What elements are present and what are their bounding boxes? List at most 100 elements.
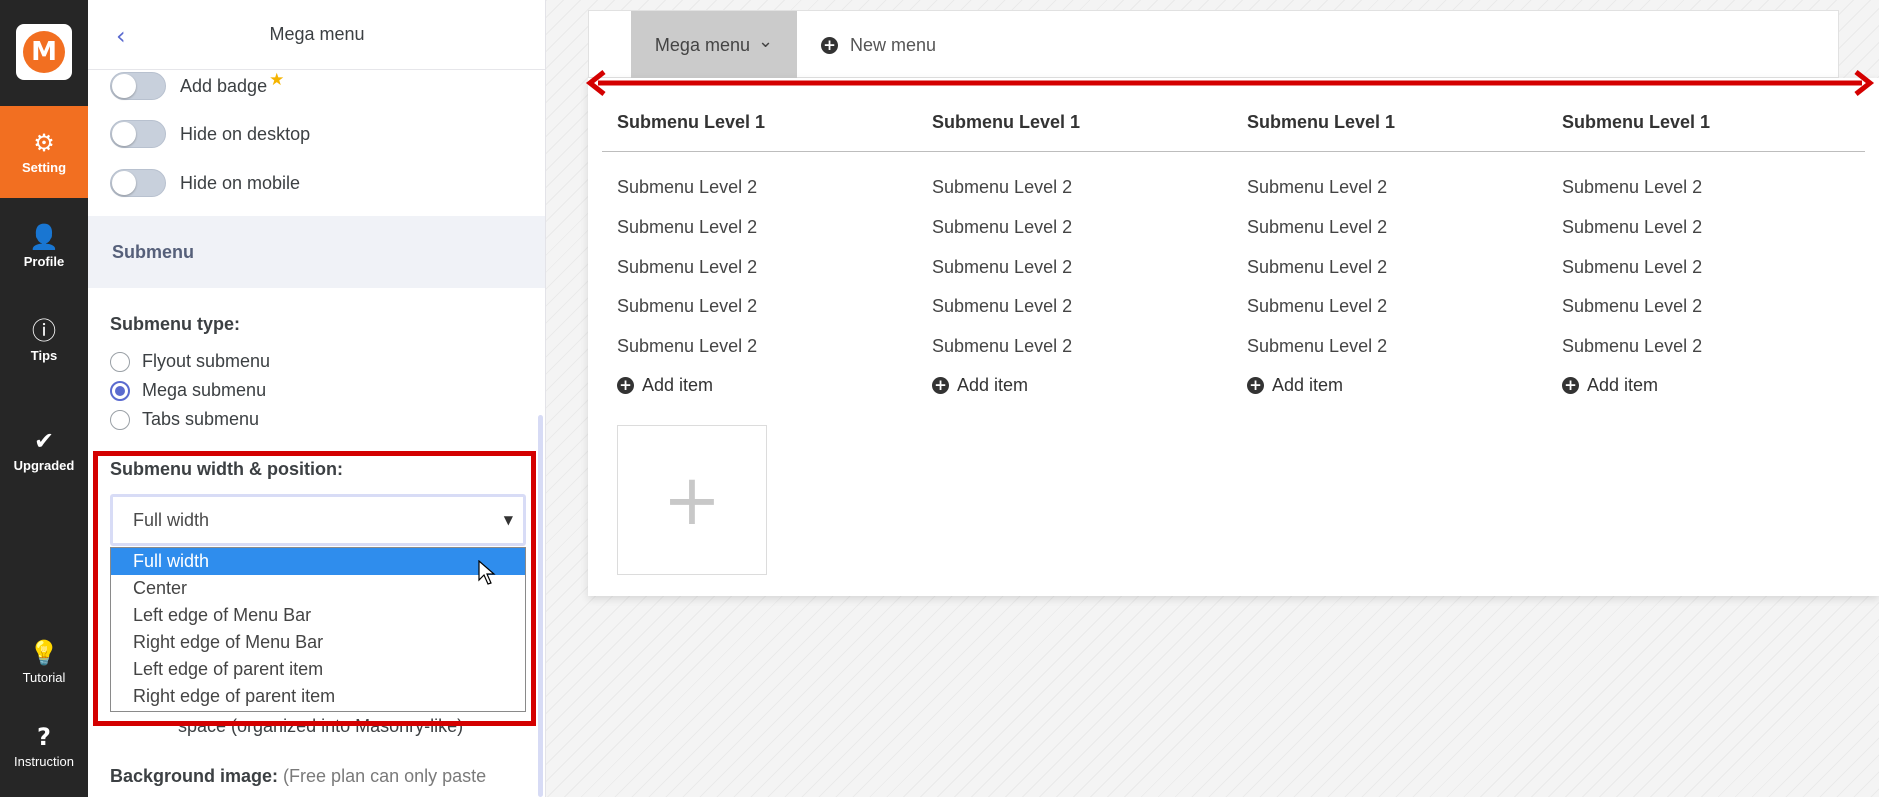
add-badge-toggle[interactable] — [110, 72, 166, 100]
list-item[interactable]: Submenu Level 2 — [1562, 217, 1702, 238]
rail-item-instruction[interactable]: ? Instruction — [0, 706, 88, 786]
radio-flyout[interactable]: Flyout submenu — [110, 351, 270, 372]
hide-mobile-toggle[interactable] — [110, 169, 166, 197]
list-item[interactable]: Submenu Level 2 — [932, 177, 1072, 198]
rail-item-label: Profile — [23, 253, 65, 269]
add-item-label: Add item — [642, 375, 714, 395]
plus-circle-icon: + — [821, 36, 838, 54]
logo-mark: M — [23, 31, 65, 73]
rail-item-label: Instruction — [14, 753, 74, 769]
back-arrow-icon[interactable]: ‹ — [116, 22, 126, 50]
radio-button[interactable] — [110, 351, 130, 372]
add-item-button[interactable]: + Add item — [1247, 375, 1343, 396]
plus-icon: + — [662, 459, 722, 541]
full-width-arrow-icon — [585, 70, 1875, 96]
width-position-select[interactable]: Full width ▼ — [110, 494, 526, 546]
radio-tabs[interactable]: Tabs submenu — [110, 409, 259, 430]
add-item-label: Add item — [957, 375, 1029, 395]
select-options-list: Full width Center Left edge of Menu Bar … — [110, 547, 526, 712]
list-item[interactable]: Submenu Level 2 — [932, 217, 1072, 238]
background-image-label: Background image: (Free plan can only pa… — [110, 766, 486, 787]
column-heading[interactable]: Submenu Level 1 — [617, 112, 765, 133]
mouse-cursor-icon — [478, 560, 496, 585]
list-item[interactable]: Submenu Level 2 — [1562, 257, 1702, 278]
toggle-label: Hide on desktop — [180, 123, 311, 144]
panel-title: Mega menu — [269, 24, 365, 44]
submenu-section-header[interactable]: Submenu — [88, 216, 545, 288]
toggle-hide-mobile: Hide on mobile — [110, 169, 300, 197]
left-rail: M ⚙ Setting 👤 Profile ⓘ Tips ✔ Upgraded … — [0, 0, 88, 797]
menu-item-label: Mega menu — [654, 34, 750, 55]
list-item[interactable]: Submenu Level 2 — [1247, 257, 1387, 278]
column-heading[interactable]: Submenu Level 1 — [1247, 112, 1395, 133]
select-value: Full width — [133, 509, 210, 530]
gear-icon: ⚙ — [33, 128, 55, 157]
add-item-button[interactable]: + Add item — [617, 375, 713, 396]
list-item[interactable]: Submenu Level 2 — [1562, 177, 1702, 198]
rail-item-tips[interactable]: ⓘ Tips — [0, 300, 88, 380]
radio-button[interactable] — [110, 409, 130, 430]
caret-down-icon: ▼ — [503, 513, 513, 527]
radio-label: Tabs submenu — [142, 409, 260, 429]
option-center[interactable]: Center — [111, 575, 525, 602]
rail-item-label: Setting — [21, 159, 67, 175]
toggle-label: Hide on mobile — [180, 172, 301, 193]
lightbulb-icon: 💡 — [29, 638, 59, 667]
toggle-add-badge: Add badge ★ — [110, 70, 285, 100]
hide-desktop-toggle[interactable] — [110, 120, 166, 148]
plus-circle-icon: + — [1562, 377, 1579, 394]
option-right-edge-parent[interactable]: Right edge of parent item — [111, 683, 525, 710]
list-item[interactable]: Submenu Level 2 — [932, 336, 1072, 357]
option-left-edge-parent[interactable]: Left edge of parent item — [111, 656, 525, 683]
rail-item-label: Tips — [30, 347, 58, 363]
list-item[interactable]: Submenu Level 2 — [617, 296, 757, 317]
list-item[interactable]: Submenu Level 2 — [1247, 177, 1387, 198]
star-icon: ★ — [269, 70, 285, 89]
list-item[interactable]: Submenu Level 2 — [617, 257, 757, 278]
list-item[interactable]: Submenu Level 2 — [617, 177, 757, 198]
list-item[interactable]: Submenu Level 2 — [932, 296, 1072, 317]
radio-mega[interactable]: Mega submenu — [110, 380, 266, 401]
submenu-type-label: Submenu type: — [110, 314, 241, 334]
plus-circle-icon: + — [1247, 377, 1264, 394]
list-item[interactable]: Submenu Level 2 — [932, 257, 1072, 278]
app-logo[interactable]: M — [16, 24, 72, 80]
list-item[interactable]: Submenu Level 2 — [1247, 296, 1387, 317]
submenu-divider — [602, 151, 1865, 152]
rail-item-setting[interactable]: ⚙ Setting — [0, 106, 88, 198]
column-heading[interactable]: Submenu Level 1 — [1562, 112, 1710, 133]
list-item[interactable]: Submenu Level 2 — [617, 336, 757, 357]
list-item[interactable]: Submenu Level 2 — [617, 217, 757, 238]
add-column-button[interactable]: + — [617, 425, 767, 575]
rail-item-profile[interactable]: 👤 Profile — [0, 206, 88, 286]
plus-circle-icon: + — [617, 377, 634, 394]
option-left-edge-menu-bar[interactable]: Left edge of Menu Bar — [111, 602, 525, 629]
panel-scrollbar[interactable] — [538, 415, 543, 797]
checkmark-icon: ✔ — [33, 426, 55, 455]
rail-item-upgraded[interactable]: ✔ Upgraded — [0, 410, 88, 490]
new-menu-label: New menu — [850, 34, 937, 55]
add-item-button[interactable]: + Add item — [1562, 375, 1658, 396]
toggle-hide-desktop: Hide on desktop — [110, 120, 310, 148]
list-item[interactable]: Submenu Level 2 — [1562, 336, 1702, 357]
column-heading[interactable]: Submenu Level 1 — [932, 112, 1080, 133]
bg-label-note: (Free plan can only paste — [283, 766, 487, 786]
list-item[interactable]: Submenu Level 2 — [1247, 336, 1387, 357]
mega-submenu-panel: Submenu Level 1 Submenu Level 2 Submenu … — [588, 78, 1879, 596]
question-icon: ? — [37, 722, 51, 751]
plus-circle-icon: + — [932, 377, 949, 394]
rail-item-label: Upgraded — [13, 457, 75, 473]
toggle-label: Add badge — [180, 75, 268, 96]
add-item-button[interactable]: + Add item — [932, 375, 1028, 396]
option-right-edge-menu-bar[interactable]: Right edge of Menu Bar — [111, 629, 525, 656]
list-item[interactable]: Submenu Level 2 — [1247, 217, 1387, 238]
bg-label-bold: Background image: — [110, 766, 279, 786]
person-icon: 👤 — [29, 222, 59, 251]
chevron-down-icon: ⌄ — [757, 30, 774, 52]
radio-button-checked[interactable] — [110, 380, 130, 401]
list-item[interactable]: Submenu Level 2 — [1562, 296, 1702, 317]
option-full-width[interactable]: Full width — [111, 548, 525, 575]
panel-header: ‹ Mega menu — [88, 0, 545, 70]
add-item-label: Add item — [1272, 375, 1344, 395]
rail-item-tutorial[interactable]: 💡 Tutorial — [0, 622, 88, 702]
